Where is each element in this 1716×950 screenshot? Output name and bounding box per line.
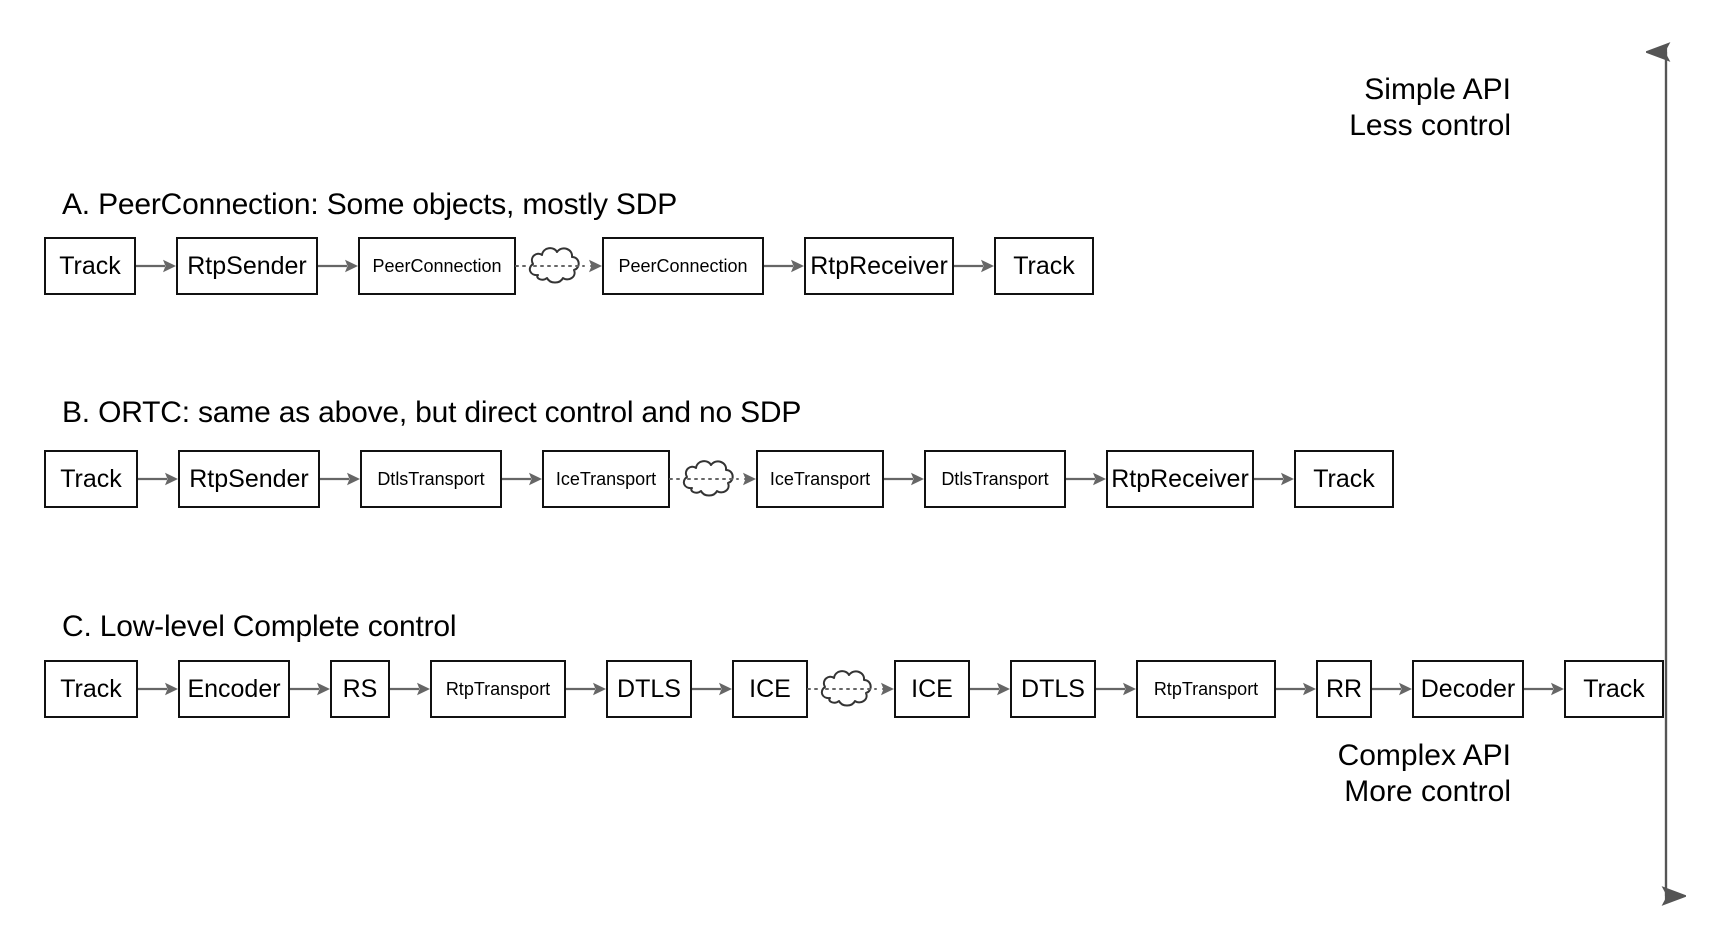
node-label: ICE: [749, 674, 791, 703]
node-box[interactable]: RtpTransport: [1136, 660, 1276, 718]
flow-arrow-icon: [1254, 450, 1294, 508]
node-box[interactable]: Track: [44, 660, 138, 718]
flow-arrow-icon: [692, 660, 732, 718]
flow-arrow-icon: [1096, 660, 1136, 718]
node-label: PeerConnection: [618, 256, 748, 276]
flow-arrow-icon: [136, 237, 176, 295]
flow-arrow-icon: [954, 237, 994, 295]
node-label: DTLS: [617, 674, 681, 703]
flow-arrow-icon: [138, 450, 178, 508]
node-label: RtpSender: [189, 464, 309, 493]
pipeline-row-c: Track Encoder RS RtpTransport DTLS ICE ICE DTLS…: [44, 658, 1664, 720]
node-box[interactable]: RS: [330, 660, 390, 718]
flow-arrow-icon: [390, 660, 430, 718]
section-b-heading: B. ORTC: same as above, but direct contr…: [62, 396, 802, 429]
flow-arrow-icon: [566, 660, 606, 718]
node-box[interactable]: RtpSender: [178, 450, 320, 508]
node-label: RtpReceiver: [810, 251, 948, 280]
node-label: Track: [1313, 464, 1375, 493]
node-label: RtpReceiver: [1111, 464, 1249, 493]
node-label: IceTransport: [769, 469, 871, 489]
flow-arrow-icon: [764, 237, 804, 295]
node-box[interactable]: PeerConnection: [358, 237, 516, 295]
network-cloud-icon: [807, 660, 894, 718]
node-label: Track: [60, 464, 122, 493]
flow-arrow-icon: [318, 237, 358, 295]
node-label: DTLS: [1021, 674, 1085, 703]
double-headed-vertical-arrow-icon: [1646, 42, 1686, 906]
pipeline-row-a: Track RtpSender PeerConnection PeerConnecti…: [44, 235, 1094, 297]
flow-arrow-icon: [320, 450, 360, 508]
node-label: Track: [1013, 251, 1075, 280]
node-label: RtpTransport: [1153, 679, 1259, 699]
flow-arrow-icon: [1372, 660, 1412, 718]
node-box[interactable]: RtpReceiver: [1106, 450, 1254, 508]
node-box[interactable]: Track: [44, 450, 138, 508]
node-box[interactable]: ICE: [732, 660, 808, 718]
axis-top-line2: Less control: [1349, 109, 1511, 142]
node-label: PeerConnection: [372, 256, 502, 276]
node-label: RS: [342, 674, 378, 703]
node-label: DtlsTransport: [377, 469, 485, 489]
axis-bottom-line2: More control: [1344, 775, 1511, 808]
axis-top-label: Simple API Less control: [1349, 72, 1511, 144]
pipeline-row-b: Track RtpSender DtlsTransport IceTransport I…: [44, 448, 1394, 510]
flow-arrow-icon: [138, 660, 178, 718]
node-box[interactable]: Decoder: [1412, 660, 1524, 718]
node-box[interactable]: DtlsTransport: [360, 450, 502, 508]
flow-arrow-icon: [1524, 660, 1564, 718]
node-box[interactable]: Encoder: [178, 660, 290, 718]
axis-top-line1: Simple API: [1364, 73, 1511, 106]
flow-arrow-icon: [1066, 450, 1106, 508]
node-box[interactable]: DtlsTransport: [924, 450, 1066, 508]
node-label: Encoder: [187, 674, 281, 703]
node-label: IceTransport: [555, 469, 657, 489]
node-label: Decoder: [1420, 674, 1516, 703]
section-c-heading: C. Low-level Complete control: [62, 610, 457, 643]
node-box[interactable]: ICE: [894, 660, 970, 718]
node-box[interactable]: RtpTransport: [430, 660, 566, 718]
flow-arrow-icon: [290, 660, 330, 718]
axis-bottom-label: Complex API More control: [1338, 738, 1511, 810]
node-box[interactable]: RtpReceiver: [804, 237, 954, 295]
node-box[interactable]: RtpSender: [176, 237, 318, 295]
axis-bottom-line1: Complex API: [1337, 739, 1511, 772]
flow-arrow-icon: [502, 450, 542, 508]
node-label: Track: [60, 674, 122, 703]
node-label: DtlsTransport: [941, 469, 1049, 489]
node-box[interactable]: RR: [1316, 660, 1372, 718]
node-label: RR: [1325, 674, 1363, 703]
diagram-canvas: A. PeerConnection: Some objects, mostly …: [0, 0, 1716, 950]
node-box[interactable]: DTLS: [1010, 660, 1096, 718]
node-label: RtpTransport: [445, 679, 551, 699]
flow-arrow-icon: [970, 660, 1010, 718]
node-box[interactable]: Track: [1294, 450, 1394, 508]
node-box[interactable]: Track: [994, 237, 1094, 295]
network-cloud-icon: [515, 237, 602, 295]
node-label: Track: [59, 251, 121, 280]
flow-arrow-icon: [1276, 660, 1316, 718]
node-label: Track: [1583, 674, 1645, 703]
node-box[interactable]: Track: [44, 237, 136, 295]
node-label: ICE: [911, 674, 953, 703]
node-box[interactable]: IceTransport: [756, 450, 884, 508]
flow-arrow-icon: [884, 450, 924, 508]
node-box[interactable]: PeerConnection: [602, 237, 764, 295]
section-a-heading: A. PeerConnection: Some objects, mostly …: [62, 188, 678, 221]
node-box[interactable]: IceTransport: [542, 450, 670, 508]
network-cloud-icon: [669, 450, 756, 508]
node-label: RtpSender: [187, 251, 307, 280]
node-box[interactable]: DTLS: [606, 660, 692, 718]
